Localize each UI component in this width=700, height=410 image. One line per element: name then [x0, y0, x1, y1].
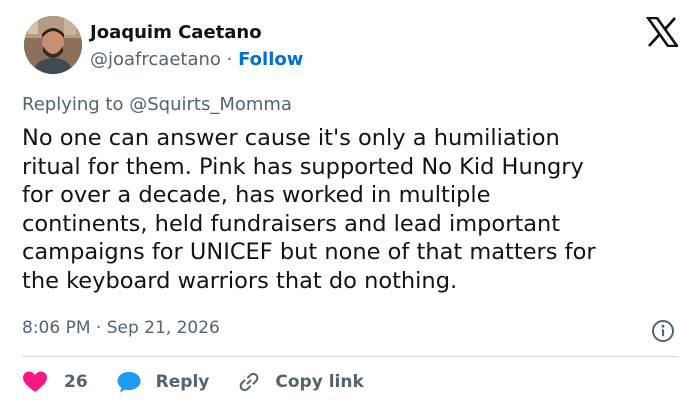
author-handle-row: @joafrcaetano · Follow — [90, 49, 303, 70]
follow-button[interactable]: Follow — [238, 49, 303, 70]
tweet-text-line: campaigns for UNICEF but none of that ma… — [22, 239, 596, 265]
heart-icon — [22, 370, 48, 394]
tweet-text-line: ritual for them. Pink has supported No K… — [22, 153, 584, 180]
speech-bubble-icon — [116, 370, 142, 394]
tweet-timestamp[interactable]: 8:06 PM · Sep 21, 2026 — [22, 318, 220, 338]
tweet-text: No one can answer cause it's only a humi… — [22, 124, 682, 295]
author-handle[interactable]: @joafrcaetano — [90, 49, 221, 70]
reply-button[interactable]: Reply — [116, 370, 210, 394]
handle-separator: · — [226, 49, 233, 70]
x-logo-icon[interactable] — [645, 16, 680, 48]
tweet-text-line: No one can answer cause it's only a humi… — [22, 125, 560, 151]
replying-to: Replying to @Squirts_Momma — [22, 94, 292, 115]
reply-label: Reply — [155, 372, 210, 392]
replying-to-prefix: Replying to — [22, 94, 124, 115]
avatar[interactable] — [24, 16, 82, 74]
link-icon — [237, 370, 261, 394]
like-button[interactable]: 26 — [22, 370, 88, 394]
copy-link-button[interactable]: Copy link — [237, 370, 364, 394]
tweet-text-line: continents, held fundraisers and lead im… — [22, 210, 561, 237]
divider — [22, 356, 678, 357]
tweet-text-line: for over a decade, has worked in multipl… — [22, 182, 491, 208]
info-icon[interactable] — [651, 319, 675, 343]
like-count: 26 — [64, 372, 88, 392]
author-name[interactable]: Joaquim Caetano — [90, 22, 262, 43]
tweet-text-line: the keyboard warriors that do nothing. — [22, 267, 458, 294]
replying-to-mention[interactable]: @Squirts_Momma — [129, 94, 292, 115]
action-bar: 26 Reply Copy link — [22, 368, 392, 396]
tweet-card: Joaquim Caetano @joafrcaetano · Follow R… — [0, 0, 700, 410]
copy-link-label: Copy link — [275, 372, 364, 392]
